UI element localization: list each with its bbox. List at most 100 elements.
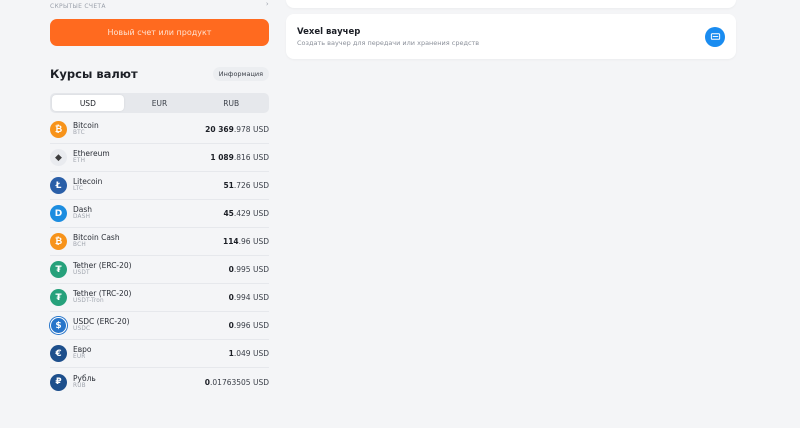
currency-name: Bitcoin Cash <box>73 233 120 243</box>
vexel-voucher-card[interactable]: Vexel ваучер Создать ваучер для передачи… <box>286 14 736 59</box>
currency-price: 0.01763505 USD <box>205 378 269 387</box>
currency-price: 0.995 USD <box>229 265 269 274</box>
rate-row[interactable]: € Евро EUR 1.049 USD <box>50 340 269 368</box>
price-currency: USD <box>252 237 269 246</box>
rate-names: USDC (ERC-20) USDC <box>73 317 229 333</box>
currency-name: Ethereum <box>73 149 110 159</box>
ruble-icon: ₽ <box>50 373 67 391</box>
rate-names: Bitcoin BTC <box>73 121 205 137</box>
tether-icon: ₮ <box>50 289 67 306</box>
tab-eur[interactable]: EUR <box>124 95 196 111</box>
currency-price: 45.429 USD <box>223 209 269 218</box>
price-currency: USD <box>252 209 269 218</box>
hidden-accounts-row[interactable]: СКРЫТЫЕ СЧЕТА › <box>50 0 269 12</box>
currency-ticker: USDT <box>73 270 90 277</box>
price-currency: USD <box>252 321 269 330</box>
currency-name: Bitcoin <box>73 121 99 131</box>
price-fraction: .978 <box>233 125 251 134</box>
price-currency: USD <box>252 377 269 387</box>
card-glyph-icon <box>710 33 720 40</box>
price-currency: USD <box>252 349 269 358</box>
chevron-right-icon: › <box>265 0 269 8</box>
currency-ticker: RUB <box>73 382 86 389</box>
tab-usd[interactable]: USD <box>52 95 124 111</box>
price-integer: 20 369 <box>205 125 234 134</box>
rates-info-button[interactable]: Информация <box>212 67 269 81</box>
price-integer: 51 <box>223 181 234 190</box>
currency-ticker: LTC <box>73 186 84 193</box>
tab-rub[interactable]: RUB <box>195 95 267 111</box>
rate-row[interactable]: $ USDC (ERC-20) USDC 0.996 USD <box>50 312 269 340</box>
currency-price: 1.049 USD <box>229 349 269 358</box>
rate-names: Ethereum ETH <box>73 149 210 165</box>
currency-ticker: USDT-Tron <box>73 298 104 305</box>
price-fraction: .994 <box>233 293 251 302</box>
price-fraction: .816 <box>233 153 251 162</box>
price-integer: 114 <box>222 237 239 246</box>
rates-list: ₿ Bitcoin BTC 20 369.978 USD ◆ Ethereum ETH 1 0… <box>50 116 269 396</box>
currency-ticker: ETH <box>73 158 86 165</box>
price-fraction: .049 <box>233 349 251 358</box>
currency-name: Tether (ERC-20) <box>73 261 132 271</box>
voucher-title: Vexel ваучер <box>297 26 361 37</box>
currency-name: Tether (TRC-20) <box>73 289 132 299</box>
currency-tabs: USD EUR RUB <box>50 93 269 113</box>
rate-names: Bitcoin Cash BCH <box>73 233 223 249</box>
rate-row[interactable]: ₮ Tether (TRC-20) USDT-Tron 0.994 USD <box>50 284 269 312</box>
price-fraction: .96 <box>238 237 251 246</box>
currency-price: 1 089.816 USD <box>210 153 269 162</box>
dash-icon: D <box>50 205 67 222</box>
currency-name: Dash <box>73 205 93 215</box>
new-account-button[interactable]: Новый счет или продукт <box>50 19 269 46</box>
currency-name: USDC (ERC-20) <box>73 317 130 327</box>
currency-price: 0.994 USD <box>229 293 269 302</box>
tether-icon: ₮ <box>50 261 67 278</box>
price-fraction: .429 <box>233 209 251 218</box>
rate-names: Tether (TRC-20) USDT-Tron <box>73 289 229 305</box>
rate-names: Dash DASH <box>73 205 223 221</box>
price-fraction: .996 <box>233 321 251 330</box>
rate-names: Tether (ERC-20) USDT <box>73 261 229 277</box>
rate-row[interactable]: Ł Litecoin LTC 51.726 USD <box>50 172 269 200</box>
usdc-icon: $ <box>50 317 67 334</box>
currency-name: Евро <box>73 345 92 355</box>
price-currency: USD <box>252 265 269 274</box>
price-integer: 1 089 <box>210 153 234 162</box>
price-currency: USD <box>252 153 269 162</box>
currency-ticker: BCH <box>73 242 86 249</box>
left-column: СКРЫТЫЕ СЧЕТА › Новый счет или продукт К… <box>50 0 269 396</box>
rate-names: Рубль RUB <box>73 373 205 390</box>
rate-row[interactable]: ₿ Bitcoin BTC 20 369.978 USD <box>50 116 269 144</box>
rate-row[interactable]: D Dash DASH 45.429 USD <box>50 200 269 228</box>
rate-row[interactable]: ₿ Bitcoin Cash BCH 114.96 USD <box>50 228 269 256</box>
price-fraction: .995 <box>233 265 251 274</box>
hidden-accounts-label: СКРЫТЫЕ СЧЕТА <box>50 2 106 10</box>
rate-row[interactable]: ◆ Ethereum ETH 1 089.816 USD <box>50 144 269 172</box>
price-fraction: .726 <box>233 181 251 190</box>
rate-names: Евро EUR <box>73 345 229 361</box>
accounts-card-bottom <box>286 0 736 8</box>
price-fraction: .01763505 <box>210 377 251 387</box>
price-integer: 45 <box>223 209 234 218</box>
bitcoin-icon: ₿ <box>50 121 67 138</box>
voucher-card-icon[interactable] <box>705 26 725 47</box>
litecoin-icon: Ł <box>50 177 67 194</box>
rates-title: Курсы валют <box>50 67 138 81</box>
price-currency: USD <box>252 181 269 190</box>
rate-row[interactable]: ₽ Рубль RUB 0.01763505 USD <box>50 368 269 396</box>
ethereum-icon: ◆ <box>50 149 67 166</box>
price-currency: USD <box>252 125 269 134</box>
currency-ticker: DASH <box>73 214 91 221</box>
currency-name: Рубль <box>73 373 96 383</box>
currency-ticker: USDC <box>73 326 91 333</box>
voucher-text: Vexel ваучер Создать ваучер для передачи… <box>297 27 705 47</box>
voucher-subtitle: Создать ваучер для передачи или хранения… <box>297 38 480 47</box>
currency-price: 20 369.978 USD <box>205 125 269 134</box>
currency-price: 51.726 USD <box>223 181 269 190</box>
bitcoin-cash-icon: ₿ <box>50 233 67 250</box>
euro-icon: € <box>50 345 67 362</box>
currency-price: 114.96 USD <box>223 237 269 246</box>
currency-ticker: BTC <box>73 130 85 137</box>
rate-row[interactable]: ₮ Tether (ERC-20) USDT 0.995 USD <box>50 256 269 284</box>
currency-name: Litecoin <box>73 177 103 187</box>
